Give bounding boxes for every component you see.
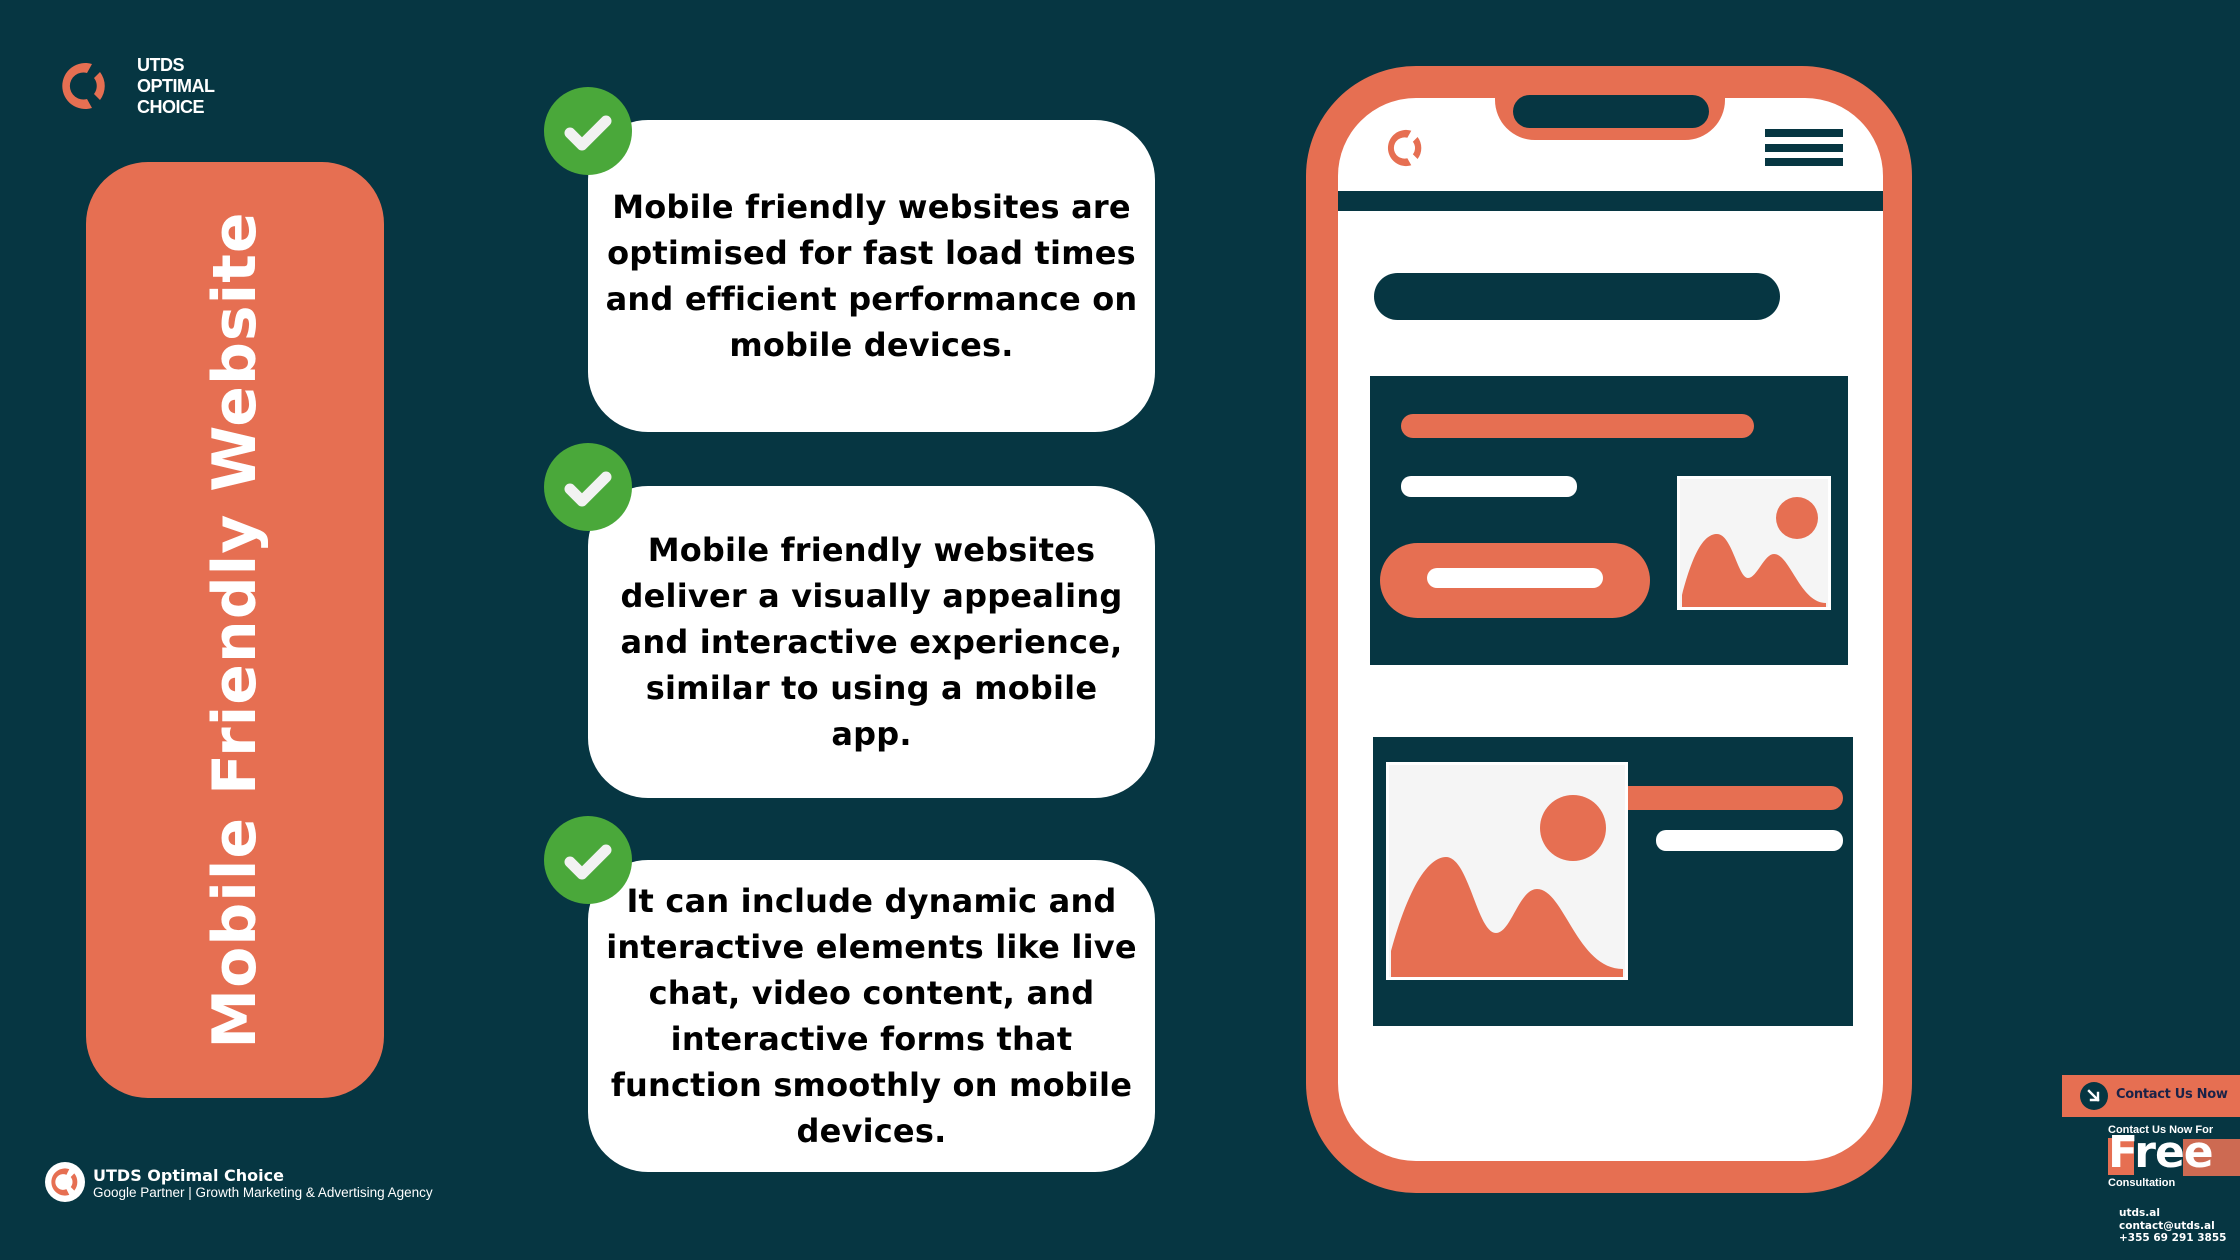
- website-link[interactable]: utds.al: [2119, 1207, 2226, 1220]
- hamburger-menu-icon: [1765, 129, 1843, 166]
- footer-tagline: Google Partner | Growth Marketing & Adve…: [93, 1185, 433, 1200]
- image-placeholder-icon: [1386, 762, 1628, 980]
- placeholder-heading: [1620, 786, 1843, 810]
- email-link[interactable]: contact@utds.al: [2119, 1220, 2226, 1233]
- feature-text: Mobile friendly websites are optimised f…: [605, 188, 1138, 364]
- page-title: Mobile Friendly Website: [200, 211, 270, 1049]
- footer-company-name: UTDS Optimal Choice: [93, 1166, 284, 1185]
- brand-line: UTDS: [137, 55, 184, 75]
- brand-line: CHOICE: [137, 97, 205, 117]
- contact-details: utds.al contact@utds.al +355 69 291 3855: [2119, 1207, 2226, 1245]
- feature-card: It can include dynamic and interactive e…: [588, 860, 1155, 1172]
- utds-logo-icon: [45, 1162, 85, 1202]
- feature-card: Mobile friendly websites deliver a visua…: [588, 486, 1155, 798]
- phone-nav-bar: [1338, 191, 1883, 211]
- placeholder-button-label: [1427, 568, 1603, 588]
- placeholder-text: [1656, 830, 1843, 851]
- promo-highlight: Free: [2108, 1127, 2214, 1178]
- brand-line: OPTIMAL: [137, 76, 215, 96]
- feature-text: It can include dynamic and interactive e…: [606, 882, 1137, 1150]
- feature-card: Mobile friendly websites are optimised f…: [588, 120, 1155, 432]
- brand-name: UTDS OPTIMAL CHOICE: [137, 55, 215, 118]
- contact-us-now-label[interactable]: Contact Us Now: [2116, 1087, 2228, 1102]
- feature-text: Mobile friendly websites deliver a visua…: [620, 531, 1123, 753]
- check-icon: [544, 443, 632, 531]
- phone-number[interactable]: +355 69 291 3855: [2119, 1232, 2226, 1245]
- placeholder-text: [1401, 476, 1577, 497]
- phone-search-bar: [1374, 273, 1780, 320]
- title-banner: Mobile Friendly Website: [86, 162, 384, 1098]
- arrow-down-right-icon[interactable]: [2080, 1082, 2108, 1110]
- utds-logo-icon: [62, 63, 105, 109]
- check-icon: [544, 816, 632, 904]
- phone-speaker: [1513, 95, 1709, 128]
- promo-text: Consultation: [2108, 1177, 2176, 1189]
- check-icon: [544, 87, 632, 175]
- placeholder-heading: [1401, 414, 1754, 438]
- image-placeholder-icon: [1677, 476, 1831, 610]
- utds-logo-icon: [1387, 129, 1422, 167]
